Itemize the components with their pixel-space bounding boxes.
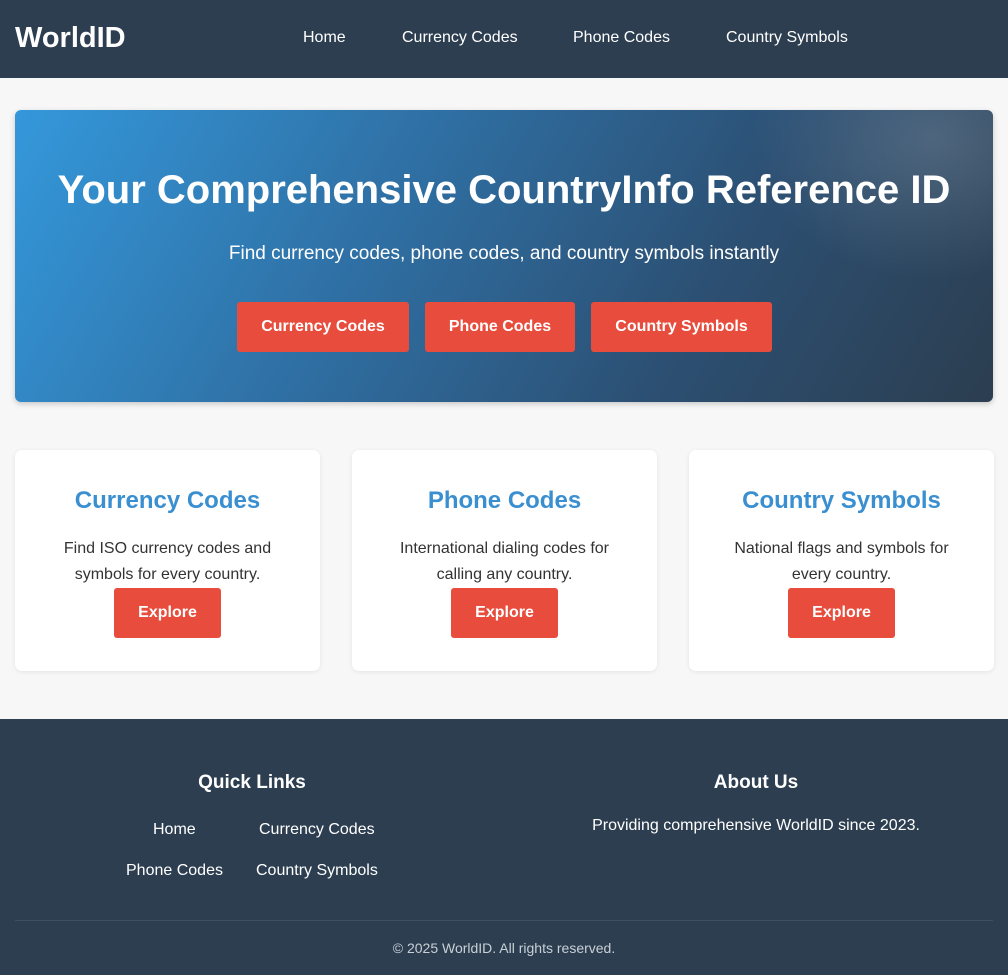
about-us-text: Providing comprehensive WorldID since 20… (592, 817, 920, 834)
feature-card-description: International dialing codes for calling … (399, 540, 610, 583)
nav-country-symbols[interactable]: Country Symbols (726, 28, 848, 48)
site-header: WorldID Home Currency Codes Phone Codes … (0, 0, 1008, 78)
hero-subtitle: Find currency codes, phone codes, and co… (228, 243, 780, 264)
quick-links-heading: Quick Links (198, 772, 306, 793)
hero-title: Your Comprehensive CountryInfo Reference… (57, 168, 951, 212)
copyright-text: © 2025 WorldID. All rights reserved. (392, 940, 616, 956)
footer-divider (15, 920, 993, 921)
explore-currency-codes-button[interactable]: Explore (114, 588, 221, 638)
about-us-heading: About Us (713, 772, 799, 793)
feature-card-title: Phone Codes (427, 487, 582, 514)
nav-phone-codes[interactable]: Phone Codes (573, 28, 670, 48)
feature-card-title: Currency Codes (74, 487, 261, 514)
hero-phone-codes-button[interactable]: Phone Codes (425, 302, 575, 352)
hero-country-symbols-button[interactable]: Country Symbols (591, 302, 772, 352)
hero-banner: Your Comprehensive CountryInfo Reference… (15, 110, 993, 402)
footer-link-home[interactable]: Home (153, 820, 196, 840)
explore-country-symbols-button[interactable]: Explore (788, 588, 895, 638)
feature-card-phone-codes: Phone Codes International dialing codes … (352, 450, 657, 671)
feature-card-title: Country Symbols (742, 487, 941, 514)
main-nav: Home Currency Codes Phone Codes Country … (0, 28, 1008, 50)
footer-link-country-symbols[interactable]: Country Symbols (256, 861, 378, 881)
feature-card-description: Find ISO currency codes and symbols for … (63, 540, 272, 583)
footer-link-phone-codes[interactable]: Phone Codes (126, 861, 223, 881)
feature-card-country-symbols: Country Symbols National flags and symbo… (689, 450, 994, 671)
site-footer: Quick Links Home Currency Codes Phone Co… (0, 719, 1008, 975)
feature-card-description: National flags and symbols for every cou… (734, 540, 949, 583)
explore-phone-codes-button[interactable]: Explore (451, 588, 558, 638)
nav-currency-codes[interactable]: Currency Codes (402, 28, 518, 48)
footer-link-currency-codes[interactable]: Currency Codes (259, 820, 375, 840)
nav-home[interactable]: Home (303, 28, 346, 48)
hero-currency-codes-button[interactable]: Currency Codes (237, 302, 409, 352)
feature-card-currency-codes: Currency Codes Find ISO currency codes a… (15, 450, 320, 671)
